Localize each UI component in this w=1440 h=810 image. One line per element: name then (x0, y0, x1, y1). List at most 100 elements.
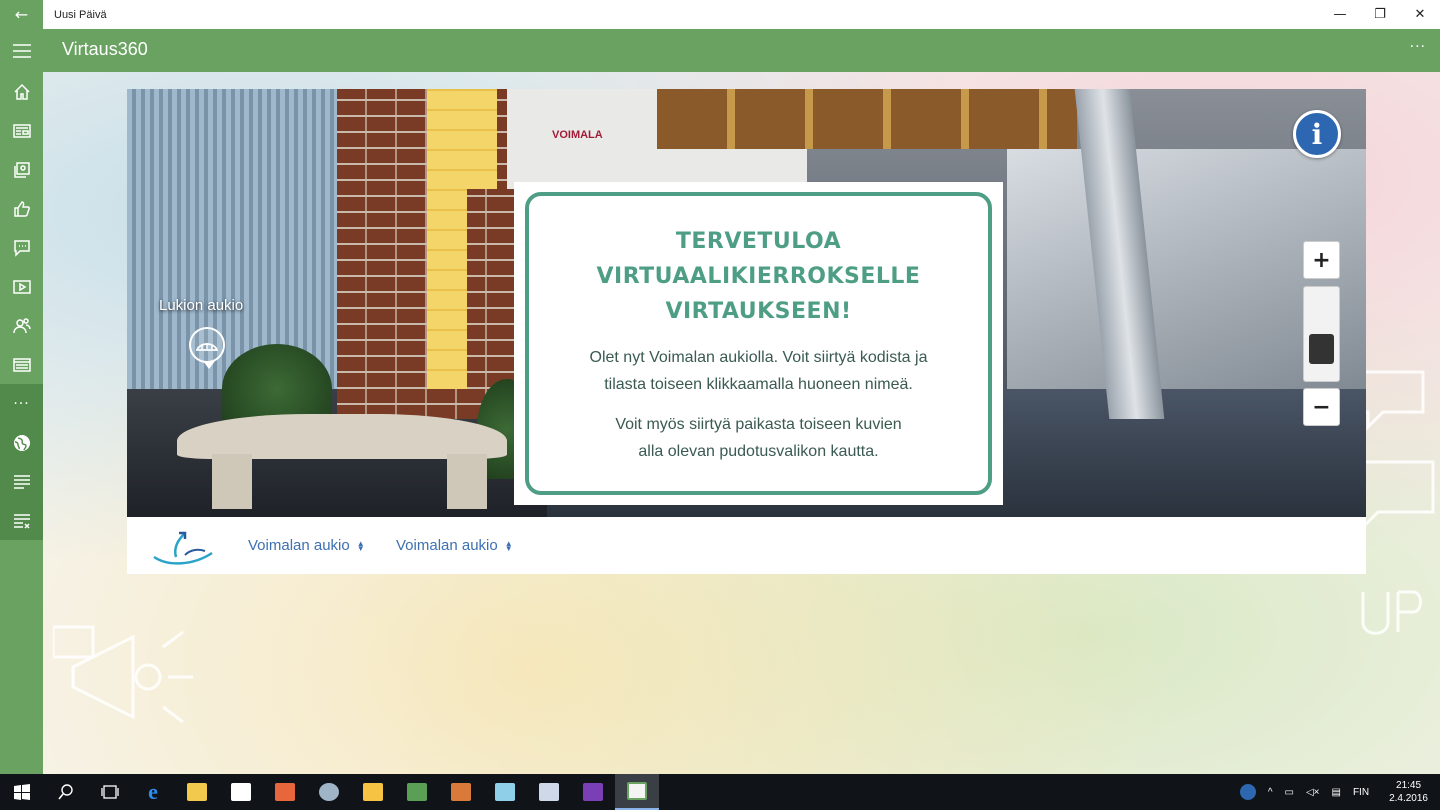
taskbar-app-5[interactable] (483, 774, 527, 810)
title-bar: ← Uusi Päivä — ❐ ✕ (0, 0, 1440, 29)
home-icon (13, 83, 30, 100)
taskbar-app-2[interactable] (351, 774, 395, 810)
zoom-slider[interactable] (1303, 286, 1340, 382)
list-icon (13, 474, 30, 489)
notification-app-icon[interactable] (1239, 784, 1256, 800)
chevron-up-icon[interactable]: ^ (1268, 787, 1273, 798)
more-options-button[interactable]: ··· (1410, 39, 1426, 55)
language-indicator[interactable]: FIN (1353, 787, 1369, 798)
taskbar-edge[interactable]: e (131, 774, 175, 810)
sidebar-item-news[interactable] (0, 111, 43, 150)
room-select[interactable]: Voimalan aukio ▲ ▼ (396, 537, 513, 554)
info-icon: i (1311, 117, 1323, 151)
megaphone-doodle-icon (53, 625, 193, 724)
taskbar-file-explorer[interactable] (175, 774, 219, 810)
app-icon (451, 783, 471, 801)
volume-icon[interactable]: ◁× (1306, 787, 1320, 798)
clock-time: 21:45 (1396, 780, 1422, 791)
app-icon (539, 783, 559, 801)
visual-studio-icon (583, 783, 603, 801)
app-header: Virtaus360 ··· (0, 29, 1440, 72)
info-button[interactable]: i (1293, 110, 1341, 158)
media-icon (275, 783, 295, 801)
location-bar: Voimalan aukio ▲ ▼ Voimalan aukio ▲ ▼ (127, 517, 1366, 574)
sidebar-item-calendar[interactable] (0, 345, 43, 384)
action-center-icon[interactable]: ▤ (1332, 787, 1341, 798)
close-button[interactable]: ✕ (1400, 0, 1440, 29)
back-button[interactable]: ← (0, 0, 43, 29)
minus-icon: − (1312, 394, 1331, 420)
edge-icon: e (148, 779, 158, 804)
thumbs-up-icon (13, 200, 30, 217)
building-select[interactable]: Voimalan aukio ▲ ▼ (248, 537, 365, 554)
battery-icon[interactable]: ▭ (1285, 787, 1294, 798)
task-view-button[interactable] (88, 774, 132, 810)
hotspot-label[interactable]: Lukion aukio (159, 297, 243, 314)
sidebar-item-people[interactable] (0, 306, 43, 345)
feedback-icon (13, 513, 30, 529)
hamburger-icon (12, 43, 31, 58)
app-icon (495, 783, 515, 801)
sidebar-item-home[interactable] (0, 72, 43, 111)
window-controls: — ❐ ✕ (1320, 0, 1440, 29)
search-icon (58, 784, 73, 800)
taskbar-media[interactable] (263, 774, 307, 810)
sort-arrows-icon: ▲ ▼ (356, 538, 365, 553)
store-icon (231, 783, 251, 801)
hotspot-marker[interactable] (189, 327, 225, 369)
clock[interactable]: 21:45 2.4.2016 (1389, 779, 1428, 805)
uusi-paiva-icon (627, 782, 647, 800)
start-button[interactable] (0, 774, 44, 810)
taskbar-app-6[interactable] (527, 774, 571, 810)
sidebar-item-virtual-tour[interactable] (0, 423, 43, 462)
voimala-logo: VOIMALA (552, 129, 603, 141)
restore-button[interactable]: ❐ (1360, 0, 1400, 29)
chat-icon (13, 239, 30, 257)
globe-icon (13, 434, 30, 451)
app-title: Uusi Päivä (54, 8, 107, 21)
gallery-icon (13, 161, 30, 178)
zoom-in-button[interactable]: + (1303, 241, 1340, 279)
welcome-title: TERVETULOA VIRTUAALIKIERROKSELLE VIRTAUK… (596, 229, 921, 324)
sidebar-item-video[interactable] (0, 267, 43, 306)
folder-icon (187, 783, 207, 801)
taskbar-store[interactable] (219, 774, 263, 810)
sort-arrows-icon: ▲ ▼ (504, 538, 513, 553)
people-icon (12, 317, 31, 333)
welcome-paragraph-1: Olet nyt Voimalan aukiolla. Voit siirtyä… (589, 349, 928, 393)
video-icon (12, 279, 31, 294)
virtaus-logo-icon (153, 531, 213, 565)
calendar-icon (12, 357, 31, 372)
zoom-out-button[interactable]: − (1303, 388, 1340, 426)
close-icon: ✕ (1414, 7, 1426, 22)
taskbar-app-4[interactable] (439, 774, 483, 810)
plus-icon: + (1312, 247, 1331, 273)
windows-logo-icon (14, 784, 30, 800)
taskbar-uusi-paiva[interactable] (615, 774, 659, 810)
taskbar-app-1[interactable] (307, 774, 351, 810)
clock-date: 2.4.2016 (1389, 793, 1428, 804)
taskbar-app-3[interactable] (395, 774, 439, 810)
app-icon (407, 783, 427, 801)
sidebar-item-gallery[interactable] (0, 150, 43, 189)
news-icon (12, 123, 31, 138)
restore-icon: ❐ (1374, 7, 1386, 22)
hotspot-view-icon (196, 343, 218, 351)
sidebar-item-more[interactable]: ··· (0, 384, 43, 423)
sidebar: ··· (0, 72, 43, 774)
more-icon: ··· (13, 395, 30, 412)
minimize-button[interactable]: — (1320, 0, 1360, 29)
minimize-icon: — (1333, 7, 1347, 22)
sidebar-item-feedback[interactable] (0, 501, 43, 540)
sidebar-item-list[interactable] (0, 462, 43, 501)
sidebar-item-likes[interactable] (0, 189, 43, 228)
sidebar-item-chat[interactable] (0, 228, 43, 267)
page-title: Virtaus360 (62, 39, 148, 59)
taskbar: e ^ ▭ ◁× ▤ FIN 21:45 2.4.2016 (0, 774, 1440, 810)
zoom-slider-thumb[interactable] (1309, 334, 1334, 364)
app-icon (363, 783, 383, 801)
hamburger-menu-button[interactable] (0, 29, 43, 72)
search-button[interactable] (44, 774, 88, 810)
taskbar-visual-studio[interactable] (571, 774, 615, 810)
welcome-paragraph-2: Voit myös siirtyä paikasta toiseen kuvie… (615, 416, 902, 460)
